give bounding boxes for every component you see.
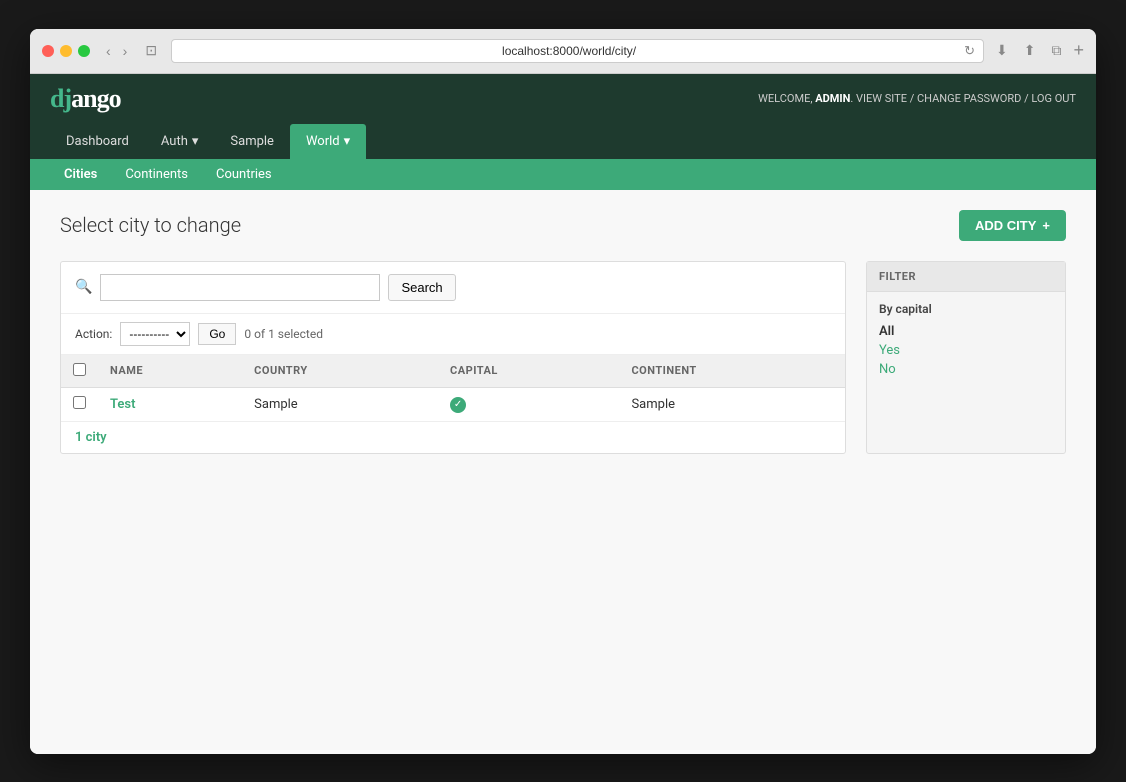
- fullscreen-traffic-light[interactable]: [78, 45, 90, 57]
- filter-title: FILTER: [867, 262, 1065, 292]
- row-checkbox[interactable]: [73, 396, 86, 409]
- reload-button[interactable]: ↻: [964, 43, 975, 59]
- sub-nav: Cities Continents Countries: [30, 159, 1096, 190]
- filter-panel: FILTER By capital All Yes No: [866, 261, 1066, 454]
- search-bar: 🔍 Search: [61, 262, 845, 314]
- table-header-row: NAME COUNTRY CAPITAL CONTINENT: [61, 355, 845, 388]
- world-label: World: [306, 134, 340, 149]
- col-name[interactable]: NAME: [98, 355, 242, 388]
- browser-window: ‹ › ⊡ ↻ ⬇ ⬆ ⧉ + django WELCOME, ADMIN. V…: [30, 29, 1096, 754]
- action-row: Action: ---------- Go 0 of 1 selected: [61, 314, 845, 355]
- search-input[interactable]: [100, 274, 380, 301]
- forward-button[interactable]: ›: [119, 41, 132, 61]
- action-select[interactable]: ----------: [120, 322, 190, 346]
- search-icon: 🔍: [75, 279, 92, 295]
- auth-label: Auth: [161, 134, 188, 149]
- content-box: 🔍 Search Action: ---------- Go 0 of 1 se…: [60, 261, 1066, 454]
- admin-header: django WELCOME, ADMIN. VIEW SITE / CHANG…: [30, 74, 1096, 124]
- logout-link[interactable]: LOG OUT: [1031, 92, 1076, 105]
- filter-link-no[interactable]: No: [879, 360, 1053, 379]
- minimize-traffic-light[interactable]: [60, 45, 72, 57]
- new-tab-button[interactable]: +: [1073, 40, 1084, 61]
- row-name-link[interactable]: Test: [110, 397, 135, 412]
- browser-chrome: ‹ › ⊡ ↻ ⬇ ⬆ ⧉ +: [30, 29, 1096, 74]
- add-city-label: ADD CITY: [975, 218, 1036, 233]
- table-row: Test Sample ✓ Sample: [61, 387, 845, 421]
- header-user-info: WELCOME, ADMIN. VIEW SITE / CHANGE PASSW…: [758, 92, 1076, 105]
- action-label: Action:: [75, 327, 112, 341]
- tab-icon-button[interactable]: ⊡: [139, 40, 163, 61]
- nav-item-sample[interactable]: Sample: [214, 124, 290, 159]
- share-button[interactable]: ⬆: [1020, 40, 1040, 61]
- page-header: Select city to change ADD CITY +: [60, 210, 1066, 241]
- sub-nav-cities[interactable]: Cities: [50, 159, 111, 190]
- django-admin: django WELCOME, ADMIN. VIEW SITE / CHANG…: [30, 74, 1096, 754]
- django-logo: django: [50, 84, 121, 114]
- username: ADMIN: [815, 92, 850, 105]
- content-area: Select city to change ADD CITY + 🔍 Searc…: [30, 190, 1096, 474]
- sub-nav-continents[interactable]: Continents: [111, 159, 202, 190]
- add-city-icon: +: [1042, 218, 1050, 233]
- col-capital[interactable]: CAPITAL: [438, 355, 619, 388]
- main-nav: Dashboard Auth ▾ Sample World ▾: [30, 124, 1096, 159]
- row-name-cell: Test: [98, 387, 242, 421]
- sub-nav-countries[interactable]: Countries: [202, 159, 286, 190]
- welcome-text: WELCOME,: [758, 92, 812, 105]
- table-count: 1 city: [75, 430, 107, 445]
- select-all-checkbox[interactable]: [73, 363, 86, 376]
- col-country[interactable]: COUNTRY: [242, 355, 438, 388]
- filter-link-yes[interactable]: Yes: [879, 341, 1053, 360]
- row-continent-cell: Sample: [619, 387, 845, 421]
- search-button[interactable]: Search: [388, 274, 455, 301]
- change-password-link[interactable]: CHANGE PASSWORD: [917, 92, 1021, 105]
- separator1: /: [910, 92, 917, 105]
- close-traffic-light[interactable]: [42, 45, 54, 57]
- row-country-cell: Sample: [242, 387, 438, 421]
- filter-section-title: By capital: [879, 302, 1053, 316]
- page-title: Select city to change: [60, 213, 241, 237]
- browser-actions: ⬇ ⬆ ⧉: [992, 40, 1065, 61]
- browser-nav-buttons: ‹ ›: [102, 41, 131, 61]
- back-button[interactable]: ‹: [102, 41, 115, 61]
- main-table-area: 🔍 Search Action: ---------- Go 0 of 1 se…: [60, 261, 846, 454]
- traffic-lights: [42, 45, 90, 57]
- address-bar-wrapper: ↻: [171, 39, 984, 63]
- data-table: NAME COUNTRY CAPITAL CONTINENT: [61, 355, 845, 421]
- auth-dropdown-icon: ▾: [192, 134, 199, 149]
- view-site-link[interactable]: VIEW SITE: [856, 92, 907, 105]
- filter-link-all[interactable]: All: [879, 322, 1053, 341]
- nav-item-world[interactable]: World ▾: [290, 124, 366, 159]
- col-checkbox: [61, 355, 98, 388]
- world-dropdown-icon: ▾: [344, 134, 351, 149]
- selection-count: 0 of 1 selected: [244, 327, 323, 341]
- tabs-button[interactable]: ⧉: [1047, 40, 1065, 61]
- add-city-button[interactable]: ADD CITY +: [959, 210, 1066, 241]
- address-bar[interactable]: [180, 44, 958, 58]
- row-checkbox-cell: [61, 387, 98, 421]
- row-capital-cell: ✓: [438, 387, 619, 421]
- download-button[interactable]: ⬇: [992, 40, 1012, 61]
- col-continent[interactable]: CONTINENT: [619, 355, 845, 388]
- nav-item-auth[interactable]: Auth ▾: [145, 124, 215, 159]
- capital-check-icon: ✓: [450, 397, 466, 413]
- nav-item-dashboard[interactable]: Dashboard: [50, 124, 145, 159]
- go-button[interactable]: Go: [198, 323, 236, 345]
- filter-section-capital: By capital All Yes No: [867, 292, 1065, 389]
- table-footer: 1 city: [61, 421, 845, 453]
